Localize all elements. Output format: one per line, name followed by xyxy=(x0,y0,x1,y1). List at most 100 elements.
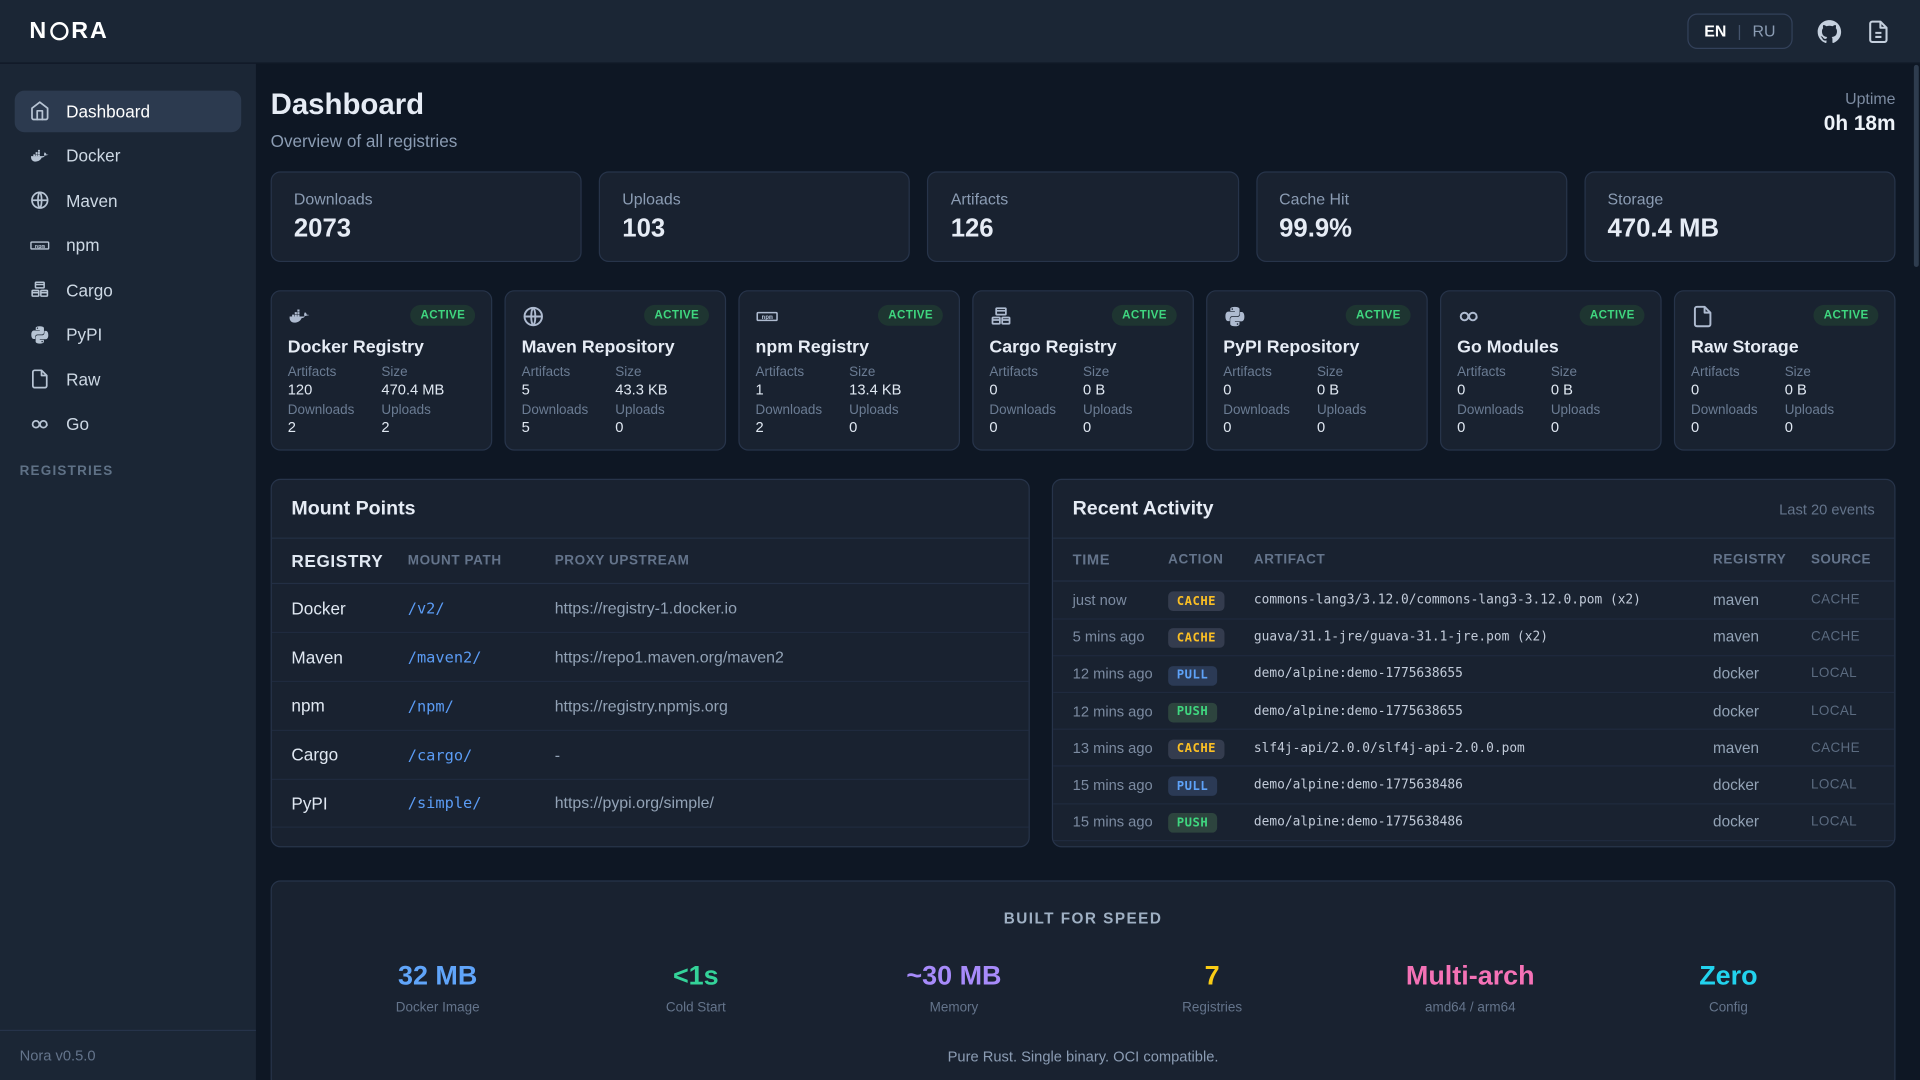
stat-label: Artifacts xyxy=(1223,365,1317,380)
sidebar-item-go[interactable]: Go xyxy=(15,403,242,445)
built-for-speed-panel: BUILT FOR SPEED 32 MBDocker Image <1sCol… xyxy=(271,881,1896,1080)
registry-stats: Artifacts0 Size0 B Downloads0 Uploads0 xyxy=(1457,365,1644,436)
sidebar-item-docker[interactable]: Docker xyxy=(15,135,242,177)
stat-value: 13.4 KB xyxy=(849,381,943,398)
activity-registry: maven xyxy=(1713,739,1811,756)
sidebar-item-label: npm xyxy=(66,235,99,255)
docs-icon[interactable] xyxy=(1866,19,1890,43)
speed-item-zero-config: ZeroConfig xyxy=(1599,960,1857,1015)
activity-row: 13 mins agoCACHEslf4j-api/2.0.0/slf4j-ap… xyxy=(1053,730,1894,767)
status-badge: ACTIVE xyxy=(645,305,709,326)
activity-row: 15 mins agoCACHEchalknpmCACHE xyxy=(1053,841,1894,848)
stat-value: 0 xyxy=(989,381,1083,398)
uptime-label: Uptime xyxy=(1824,89,1896,107)
sidebar-item-dashboard[interactable]: Dashboard xyxy=(15,90,242,132)
registry-card-go[interactable]: ACTIVE Go Modules Artifacts0 Size0 B Dow… xyxy=(1440,291,1662,451)
github-icon[interactable] xyxy=(1817,19,1841,43)
stat-label: Size xyxy=(381,365,475,380)
speed-items-row: 32 MBDocker Image <1sCold Start ~30 MBMe… xyxy=(272,960,1894,1015)
registry-name: Go Modules xyxy=(1457,338,1644,358)
activity-artifact: demo/alpine:demo-1775638486 xyxy=(1254,814,1713,829)
registry-card-cargo[interactable]: ACTIVE Cargo Registry Artifacts0 Size0 B… xyxy=(972,291,1194,451)
stat-value: 0 xyxy=(1457,381,1551,398)
activity-artifact: demo/alpine:demo-1775638655 xyxy=(1254,667,1713,682)
activity-time: just now xyxy=(1073,591,1169,608)
stat-value: 0 xyxy=(1457,419,1551,436)
stat-label: Artifacts xyxy=(288,365,382,380)
stat-label: Uploads xyxy=(1317,403,1411,418)
mount-path-link[interactable]: /v2/ xyxy=(408,599,555,617)
activity-registry: docker xyxy=(1713,813,1811,830)
registry-stats: Artifacts120 Size470.4 MB Downloads2 Upl… xyxy=(288,365,475,436)
status-badge: ACTIVE xyxy=(1814,305,1878,326)
registry-name: Raw Storage xyxy=(1691,338,1878,358)
registry-card-raw[interactable]: ACTIVE Raw Storage Artifacts0 Size0 B Do… xyxy=(1674,291,1896,451)
stat-label: Downloads xyxy=(1691,403,1785,418)
stat-label: Size xyxy=(1785,365,1879,380)
activity-registry: docker xyxy=(1713,702,1811,719)
registry-name: PyPI Repository xyxy=(1223,338,1410,358)
stat-value: 103 xyxy=(622,215,887,244)
language-toggle[interactable]: EN | RU xyxy=(1687,13,1793,49)
stat-label: Uploads xyxy=(615,403,709,418)
stat-value: 120 xyxy=(288,381,382,398)
activity-time: 15 mins ago xyxy=(1073,813,1169,830)
stat-label: Downloads xyxy=(1223,403,1317,418)
recent-activity-title: Recent Activity xyxy=(1073,499,1214,521)
status-badge: ACTIVE xyxy=(878,305,942,326)
speed-item-docker-image: 32 MBDocker Image xyxy=(309,960,567,1015)
activity-source: LOCAL xyxy=(1811,814,1875,829)
speed-label: Config xyxy=(1599,1001,1857,1016)
speed-label: Cold Start xyxy=(567,1001,825,1016)
speed-value: <1s xyxy=(567,960,825,992)
mount-row: Docker/v2/https://registry-1.docker.io xyxy=(272,585,1029,634)
stat-value: 0 B xyxy=(1551,381,1645,398)
sidebar-item-label: PyPI xyxy=(66,324,102,344)
sidebar-item-label: Go xyxy=(66,414,89,434)
activity-source: CACHE xyxy=(1811,740,1875,755)
registry-card-pypi[interactable]: ACTIVE PyPI Repository Artifacts0 Size0 … xyxy=(1206,291,1428,451)
sidebar-item-pypi[interactable]: PyPI xyxy=(15,313,242,355)
activity-time: 5 mins ago xyxy=(1073,628,1169,645)
mount-registry: Cargo xyxy=(291,745,407,765)
mount-path-link[interactable]: /cargo/ xyxy=(408,745,555,763)
action-badge-cache: CACHE xyxy=(1168,592,1224,612)
column-header: ACTION xyxy=(1168,553,1254,568)
sidebar-item-label: Docker xyxy=(66,146,120,166)
mount-path-link[interactable]: /go/ xyxy=(408,843,555,847)
speed-value: 32 MB xyxy=(309,960,567,992)
stat-value: 2 xyxy=(288,419,382,436)
registry-card-docker[interactable]: ACTIVE Docker Registry Artifacts120 Size… xyxy=(271,291,493,451)
mount-path-link[interactable]: /simple/ xyxy=(408,794,555,812)
tables-row: Mount Points REGISTRY MOUNT PATH PROXY U… xyxy=(271,479,1896,848)
activity-time: 12 mins ago xyxy=(1073,702,1169,719)
stat-label: Uploads xyxy=(1083,403,1177,418)
mount-registry: npm xyxy=(291,696,407,716)
mount-path-link[interactable]: /maven2/ xyxy=(408,648,555,666)
lang-ru-button[interactable]: RU xyxy=(1753,22,1776,40)
stat-label: Downloads xyxy=(294,190,559,208)
stat-value: 0 B xyxy=(1083,381,1177,398)
action-badge-push: PUSH xyxy=(1168,703,1217,723)
sidebar-item-maven[interactable]: Maven xyxy=(15,179,242,221)
stat-label: Size xyxy=(1083,365,1177,380)
mount-path-link[interactable]: /npm/ xyxy=(408,697,555,715)
sidebar-item-label: Maven xyxy=(66,190,117,210)
stat-value: 99.9% xyxy=(1279,215,1544,244)
sidebar-item-cargo[interactable]: Cargo xyxy=(15,269,242,311)
activity-artifact: slf4j-api/2.0.0/slf4j-api-2.0.0.pom xyxy=(1254,740,1713,755)
action-badge-pull: PULL xyxy=(1168,666,1217,686)
lang-en-button[interactable]: EN xyxy=(1704,22,1726,40)
column-header: MOUNT PATH xyxy=(408,554,555,569)
mount-upstream: https://registry-1.docker.io xyxy=(555,599,1009,617)
stat-value: 0 B xyxy=(1785,381,1879,398)
registry-card-maven[interactable]: ACTIVE Maven Repository Artifacts5 Size4… xyxy=(504,291,726,451)
sidebar-item-raw[interactable]: Raw xyxy=(15,358,242,400)
registry-card-npm[interactable]: ACTIVE npm Registry Artifacts1 Size13.4 … xyxy=(738,291,960,451)
sidebar-item-npm[interactable]: npm xyxy=(15,224,242,266)
column-header: REGISTRY xyxy=(1713,553,1811,568)
stat-card-artifacts: Artifacts126 xyxy=(927,172,1238,263)
globe-icon xyxy=(29,190,50,211)
mount-points-title: Mount Points xyxy=(291,499,415,521)
scrollbar-thumb[interactable] xyxy=(1914,65,1919,267)
